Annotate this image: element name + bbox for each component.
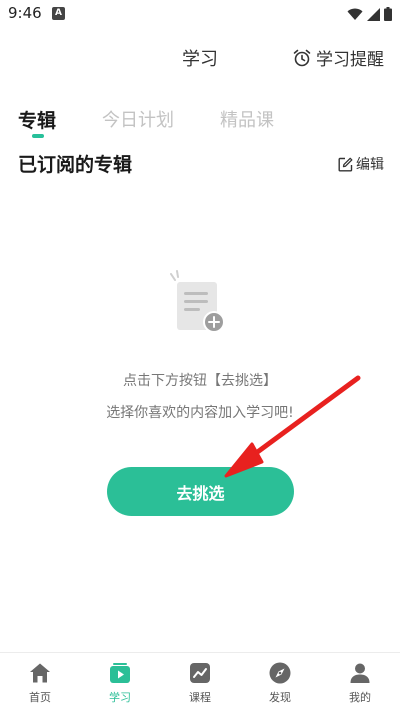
nav-home[interactable]: 首页	[0, 653, 80, 710]
empty-hint-line1: 点击下方按钮【去挑选】	[123, 373, 277, 389]
compass-icon	[269, 662, 291, 684]
tab-premium-courses-label: 精品课	[220, 110, 275, 131]
empty-document-icon	[170, 270, 225, 333]
status-time: 9:46	[8, 4, 42, 22]
screen: 9:46 A 学习 学习提醒 专辑 今日计划 精品课 已订阅的专辑 编辑 点击下…	[0, 0, 400, 710]
nav-home-label: 首页	[29, 691, 51, 704]
tab-active-indicator	[32, 134, 44, 138]
play-icon	[110, 663, 130, 683]
nav-discover[interactable]: 发现	[240, 653, 320, 710]
tab-today-plan[interactable]: 今日计划	[102, 106, 174, 132]
nav-study[interactable]: 学习	[80, 653, 160, 710]
status-bar: 9:46 A	[0, 0, 400, 28]
section-title: 已订阅的专辑	[18, 154, 133, 176]
edit-button[interactable]: 编辑	[338, 154, 384, 174]
status-indicators	[347, 6, 392, 22]
nav-courses[interactable]: 课程	[160, 653, 240, 710]
alarm-clock-icon	[293, 49, 311, 66]
signal-icon	[367, 7, 380, 21]
go-pick-button[interactable]: 去挑选	[107, 467, 294, 516]
tab-albums-label: 专辑	[18, 110, 57, 132]
home-icon	[30, 663, 50, 683]
edit-label: 编辑	[356, 157, 384, 173]
nav-courses-label: 课程	[189, 691, 211, 704]
bottom-nav: 首页 学习 课程 发现 我的	[0, 652, 400, 710]
user-icon	[350, 663, 370, 683]
tab-albums[interactable]: 专辑	[18, 106, 57, 138]
edit-icon	[338, 157, 353, 171]
tab-bar: 专辑 今日计划 精品课	[18, 106, 320, 138]
study-reminder-label: 学习提醒	[316, 50, 384, 70]
study-reminder-button[interactable]: 学习提醒	[292, 45, 384, 70]
chart-icon	[190, 663, 210, 683]
wifi-icon	[347, 8, 363, 20]
tab-premium-courses[interactable]: 精品课	[220, 106, 274, 132]
nav-profile-label: 我的	[349, 691, 371, 704]
battery-icon	[384, 7, 392, 21]
nav-profile[interactable]: 我的	[320, 653, 400, 710]
nav-discover-label: 发现	[269, 691, 291, 704]
empty-hint-line2: 选择你喜欢的内容加入学习吧!	[106, 405, 294, 421]
tab-today-plan-label: 今日计划	[102, 110, 175, 131]
app-notification-icon: A	[52, 7, 65, 20]
nav-study-label: 学习	[109, 691, 131, 704]
